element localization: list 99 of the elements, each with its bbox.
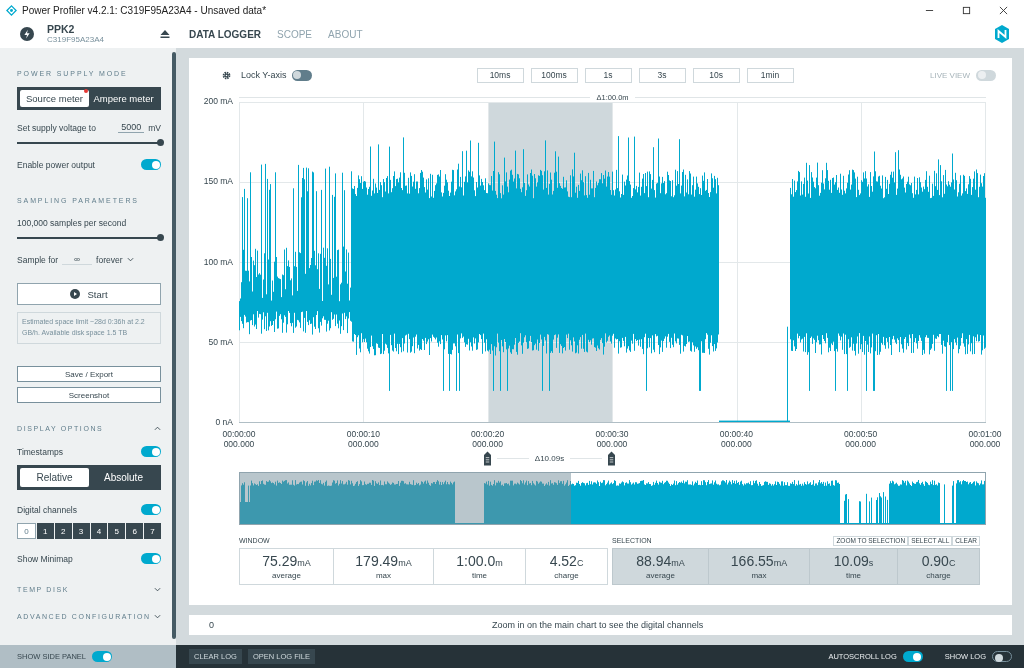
zoom-button[interactable]: 1min xyxy=(746,67,794,83)
stat-value: 166.55mA xyxy=(730,553,788,569)
stat-value: 1:00.0m xyxy=(456,553,503,569)
axis-label: 00:00:00 xyxy=(222,430,256,440)
device-name: PPK2 xyxy=(47,24,76,35)
timestamp-mode-option[interactable]: Absolute xyxy=(89,468,158,487)
axis-label: 000.000 xyxy=(472,439,503,450)
toggle-switch[interactable] xyxy=(992,651,1012,662)
axis-label: 000.000 xyxy=(347,439,379,450)
toggle-label: Enable power output xyxy=(17,159,95,170)
selection-handle-icon[interactable] xyxy=(608,450,615,466)
toggle-switch[interactable] xyxy=(291,69,312,81)
axis-label: 150 mA xyxy=(203,176,233,187)
chevron-icon[interactable] xyxy=(154,426,161,431)
settings-icon[interactable] xyxy=(222,70,231,80)
stat-label: max xyxy=(751,571,767,580)
toggle-label: Digital channels xyxy=(17,504,77,515)
chevron-icon[interactable] xyxy=(154,587,161,592)
zoom-button[interactable]: 10s xyxy=(692,67,740,83)
channel-button[interactable]: 4 xyxy=(90,523,108,539)
toggle-label: Show Minimap xyxy=(17,553,73,564)
axis-label: 000.000 xyxy=(720,439,752,450)
digital-channels-message: Zoom in on the main chart to see the digital channels xyxy=(492,620,704,630)
channel-button[interactable]: 2 xyxy=(54,523,72,539)
zoom-button[interactable]: 100ms xyxy=(530,67,578,83)
stat-value: 179.49mA xyxy=(355,553,412,569)
mode-toggle-option[interactable]: Ampere meter xyxy=(89,90,158,107)
axis-label: 50 mA xyxy=(208,336,233,347)
axis-label: 100 mA xyxy=(203,256,233,267)
stat-value: 88.94mA xyxy=(636,553,685,569)
toggle-label: LIVE VIEW xyxy=(930,70,970,80)
axis-label: 000.000 xyxy=(223,439,255,450)
selection-handle-icon[interactable] xyxy=(484,450,491,466)
channel-button[interactable]: 1 xyxy=(36,523,54,539)
axis-label: 00:00:10 xyxy=(346,430,380,440)
axis-label: 000.000 xyxy=(596,439,628,450)
stat-value: 0.90C xyxy=(921,553,956,569)
action-button[interactable]: Screenshot xyxy=(17,387,161,403)
action-button[interactable]: Save / Export xyxy=(17,366,161,382)
stat-label: time xyxy=(471,571,488,580)
chevron-icon[interactable] xyxy=(154,614,161,619)
toggle-switch[interactable] xyxy=(92,651,113,662)
voltage-input[interactable]: 5000 xyxy=(118,122,145,133)
axis-label: 00:00:30 xyxy=(595,430,629,440)
axis-label: 0 nA xyxy=(215,417,233,427)
channel-button[interactable]: 6 xyxy=(126,523,144,539)
stat-label: average xyxy=(646,571,675,580)
selection-duration: Δ10.09s xyxy=(534,453,565,463)
toggle-switch[interactable] xyxy=(141,553,161,564)
toggle-switch[interactable] xyxy=(141,504,161,515)
window-title: Power Profiler v4.2.1: C319F95A23A4 - Unsaved data* xyxy=(22,4,267,16)
toggle-switch[interactable] xyxy=(141,159,161,170)
close-icon[interactable] xyxy=(999,5,1008,15)
play-icon xyxy=(70,289,81,299)
stat-label: charge xyxy=(554,571,579,580)
channel-button[interactable]: 0 xyxy=(17,523,36,539)
toggle-label: Timestamps xyxy=(17,446,63,457)
unit-label: mV xyxy=(148,122,161,133)
maximize-icon[interactable] xyxy=(962,5,971,15)
minimap[interactable] xyxy=(239,472,986,525)
stat-label: average xyxy=(272,571,301,580)
channel-label: 0 xyxy=(209,620,214,630)
axis-label: 200 mA xyxy=(203,96,233,106)
stat-value: 10.09s xyxy=(833,553,874,569)
zoom-button[interactable]: 1s xyxy=(584,67,632,83)
stat-label: time xyxy=(845,571,862,580)
chevron-down-icon[interactable] xyxy=(126,257,134,262)
stat-label: charge xyxy=(926,571,951,580)
device-serial: C319F95A23A4 xyxy=(47,35,104,44)
toggle-switch[interactable] xyxy=(902,651,923,662)
axis-label: 00:00:50 xyxy=(844,430,878,440)
axis-label: 00:00:20 xyxy=(471,430,505,440)
duration-input[interactable]: ∞ xyxy=(62,254,93,265)
brand-logo-icon xyxy=(992,24,1012,44)
stat-value: 4.52C xyxy=(549,553,584,569)
axis-label: 00:01:00 xyxy=(968,430,1002,440)
axis-label: 000.000 xyxy=(845,439,876,450)
axis-label: 000.000 xyxy=(969,439,1001,450)
mode-toggle-option[interactable]: Source meter xyxy=(20,90,89,107)
start-button[interactable]: Start xyxy=(17,283,161,305)
lightning-bolt-icon xyxy=(20,27,34,41)
toggle-label: Lock Y-axis xyxy=(241,70,287,80)
field-label: Set supply voltage to xyxy=(17,122,96,133)
axis-label: 00:00:40 xyxy=(719,430,753,440)
timestamp-mode-option[interactable]: Relative xyxy=(20,468,89,487)
toggle-switch[interactable] xyxy=(141,446,161,457)
channel-button[interactable]: 3 xyxy=(72,523,90,539)
stat-label: max xyxy=(375,571,392,580)
eject-icon[interactable] xyxy=(160,29,170,39)
field-label: 100,000 samples per second xyxy=(17,218,128,228)
unit-dropdown[interactable]: forever xyxy=(96,254,123,265)
field-label: Sample for xyxy=(17,254,59,265)
zoom-button[interactable]: 3s xyxy=(638,67,686,83)
channel-button[interactable]: 5 xyxy=(108,523,126,539)
nav-tab[interactable]: DATA LOGGER xyxy=(189,28,262,40)
channel-button[interactable]: 7 xyxy=(144,523,161,539)
stat-value: 75.29mA xyxy=(262,553,311,569)
app-logo-icon xyxy=(6,4,17,16)
zoom-button[interactable]: 10ms xyxy=(476,67,524,83)
